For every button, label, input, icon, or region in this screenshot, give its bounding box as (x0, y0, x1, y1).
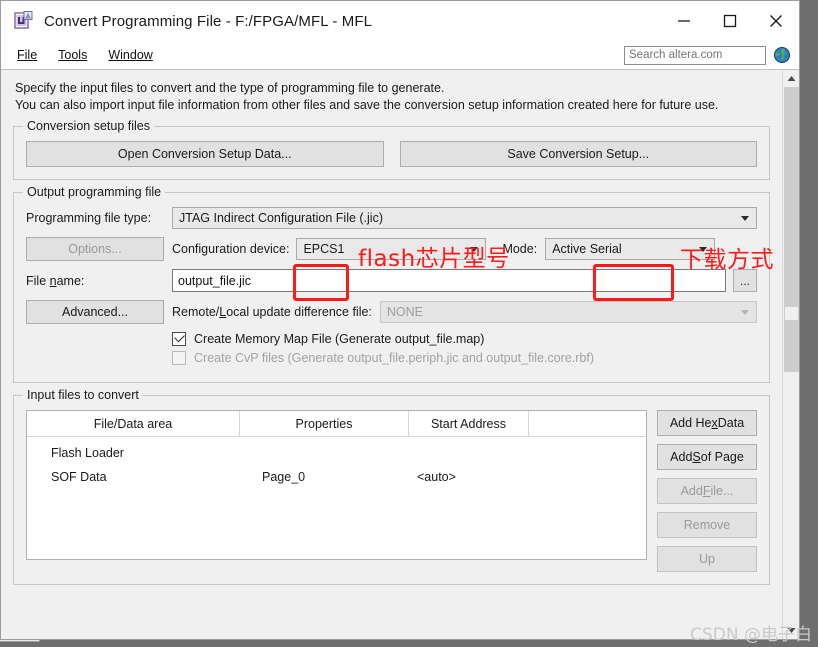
table-row[interactable]: SOF Data Page_0 <auto> (27, 465, 646, 489)
intro-text: Specify the input files to convert and t… (15, 80, 755, 114)
up-button: Up (657, 546, 757, 572)
column-header-properties[interactable]: Properties (240, 411, 409, 437)
cell-file-data-area: SOF Data (51, 470, 107, 484)
annotation-flash-chip-model: flash芯片型号 (358, 246, 510, 272)
menu-item-window[interactable]: Window (104, 46, 163, 64)
scrollbar-thumb[interactable] (784, 87, 799, 372)
remote-local-label: Remote/Local update difference file: (172, 305, 372, 319)
add-hex-data-button[interactable]: Add He x Data (657, 410, 757, 436)
add-sof-page-button[interactable]: Add Sof Page (657, 444, 757, 470)
checkmark-icon (174, 331, 185, 343)
remote-local-value: NONE (386, 305, 424, 319)
title-bar[interactable]: Convert Programming File - F:/FPGA/MFL -… (1, 1, 799, 41)
add-file-button: Add File... (657, 478, 757, 504)
vertical-scrollbar[interactable] (782, 70, 799, 639)
input-files-table-wrap: File/Data area Properties Start Address … (26, 410, 757, 572)
screen: i i Convert Programming File - F:/FPGA/M… (0, 0, 818, 647)
options-button: Options... (26, 237, 164, 261)
intro-line-1: Specify the input files to convert and t… (15, 81, 445, 95)
content-outer: Specify the input files to convert and t… (1, 69, 799, 639)
menu-item-file[interactable]: File (13, 46, 48, 64)
programming-file-type-row: Programming file type: JTAG Indirect Con… (26, 207, 757, 229)
memory-map-checkbox[interactable] (172, 331, 186, 346)
annotation-download-mode: 下载方式 (680, 247, 774, 273)
cvp-checkbox-row: Create CvP files (Generate output_file.p… (172, 351, 757, 365)
configuration-device-label: Configuration device: (172, 242, 290, 256)
cell-properties (240, 441, 409, 465)
options-button-label: Options... (68, 242, 122, 256)
input-files-table[interactable]: File/Data area Properties Start Address … (26, 410, 647, 560)
cell-file-data-area: Flash Loader (51, 446, 124, 460)
output-programming-file-title: Output programming file (23, 185, 166, 199)
save-conversion-setup-button[interactable]: Save Conversion Setup... (399, 141, 757, 167)
remote-local-combo: NONE (379, 301, 757, 323)
annotation-box-mode (593, 264, 674, 301)
configuration-device-value: EPCS1 (303, 242, 345, 256)
memory-map-checkbox-row[interactable]: Create Memory Map File (Generate output_… (172, 331, 757, 346)
table-row[interactable]: Flash Loader (27, 441, 646, 465)
cell-start-address (409, 441, 529, 465)
globe-icon[interactable] (773, 46, 791, 64)
column-header-file-data-area[interactable]: File/Data area (27, 411, 240, 437)
programming-file-type-combo[interactable]: JTAG Indirect Configuration File (.jic) (172, 207, 757, 229)
menu-item-tools-label: Tools (58, 48, 88, 62)
input-files-title: Input files to convert (23, 388, 143, 402)
conversion-setup-buttons-row: Open Conversion Setup Data... Save Conve… (26, 141, 757, 167)
programming-file-type-value: JTAG Indirect Configuration File (.jic) (179, 211, 383, 225)
menu-item-window-label: Window (108, 48, 153, 62)
menu-item-file-label: File (17, 48, 38, 62)
minimize-button[interactable] (661, 1, 707, 41)
scroll-up-button[interactable] (783, 70, 799, 87)
remove-button: Remove (657, 512, 757, 538)
maximize-button[interactable] (707, 1, 753, 41)
menu-bar: File Tools Window (1, 41, 799, 69)
input-files-buttons: Add He x Data Add Sof Page Add File... Re… (657, 410, 757, 572)
conversion-setup-files-group: Conversion setup files Open Conversion S… (13, 119, 770, 180)
scrollbar-thumb-grip (785, 307, 798, 320)
background-right-edge (800, 0, 818, 647)
cvp-checkbox (172, 351, 186, 365)
memory-map-checkbox-label: Create Memory Map File (Generate output_… (194, 332, 485, 346)
input-files-group: Input files to convert File/Data area Pr… (13, 388, 770, 585)
advanced-button[interactable]: Advanced... (26, 300, 164, 324)
cvp-checkbox-label: Create CvP files (Generate output_file.p… (194, 351, 594, 365)
scrollbar-track[interactable] (783, 87, 799, 622)
mode-value: Active Serial (552, 242, 622, 256)
conversion-setup-files-title: Conversion setup files (23, 119, 154, 133)
file-name-label: File name: (26, 273, 85, 288)
convert-programming-file-window: Convert Programming File - F:/FPGA/MFL -… (0, 0, 800, 640)
dialog-content: Specify the input files to convert and t… (1, 70, 782, 639)
annotation-box-configuration-device (293, 264, 349, 301)
column-header-spacer (529, 411, 646, 437)
programming-file-type-label: Programming file type: (26, 211, 152, 225)
search-area (624, 45, 799, 65)
open-conversion-setup-data-button[interactable]: Open Conversion Setup Data... (26, 141, 384, 167)
search-input[interactable] (624, 45, 766, 65)
column-header-start-address[interactable]: Start Address (409, 411, 529, 437)
app-icon (13, 10, 35, 32)
file-name-value: output_file.jic (178, 273, 251, 288)
menu-item-tools[interactable]: Tools (54, 46, 98, 64)
watermark: CSDN @电子白 (690, 625, 812, 645)
window-controls (661, 1, 799, 41)
chevron-down-icon (741, 310, 749, 315)
table-header-row: File/Data area Properties Start Address (27, 411, 646, 437)
window-title: Convert Programming File - F:/FPGA/MFL -… (44, 12, 373, 30)
cell-properties: Page_0 (262, 470, 306, 484)
chevron-down-icon (741, 216, 749, 221)
close-button[interactable] (753, 1, 799, 41)
remote-local-row: Advanced... Remote/Local update differen… (26, 300, 757, 324)
intro-line-2: You can also import input file informati… (15, 98, 719, 112)
cell-start-address: <auto> (417, 470, 456, 484)
